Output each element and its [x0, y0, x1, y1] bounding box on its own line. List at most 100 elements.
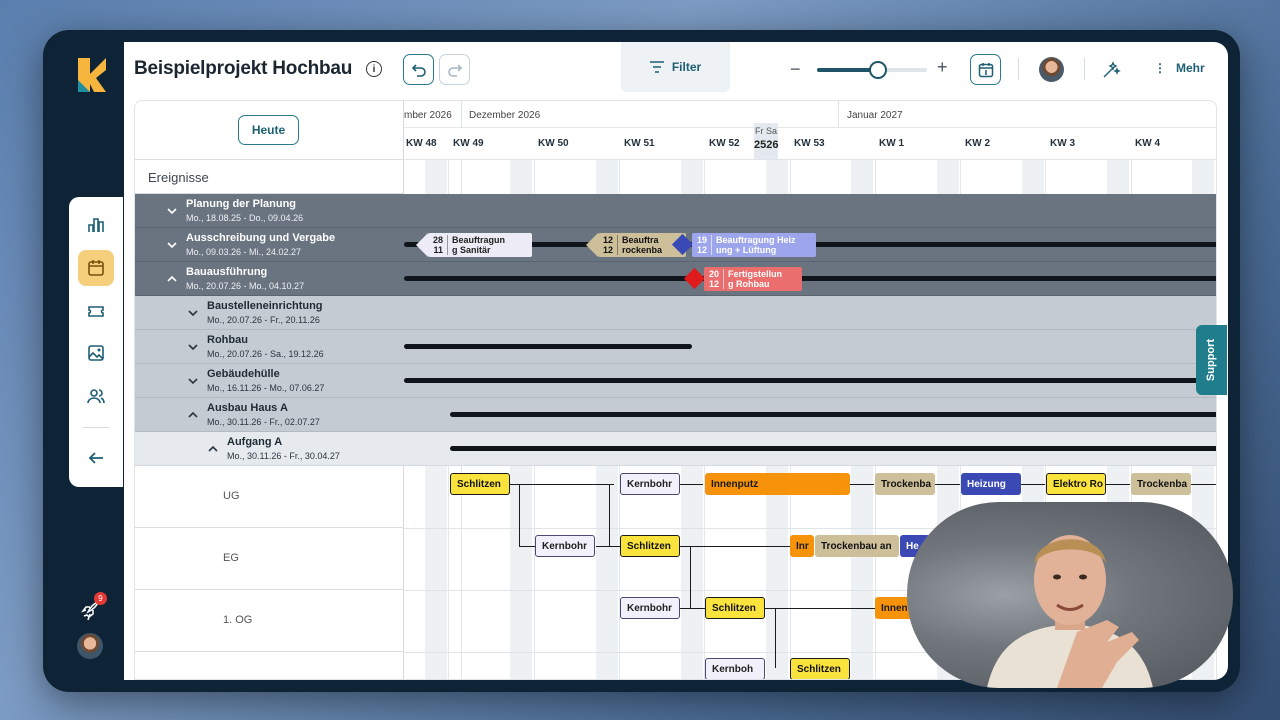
- row-dates: Mo., 18.08.25 - Do., 09.04.26: [186, 213, 304, 223]
- summary-bar-rohbau[interactable]: [404, 344, 692, 349]
- row-gebaeudehuelle[interactable]: Gebäudehülle Mo., 16.11.26 - Mo., 07.06.…: [135, 364, 404, 398]
- sidebar-avatar[interactable]: [77, 633, 103, 659]
- task-schlitzen-og2[interactable]: Schlitzen: [790, 658, 850, 679]
- chevron-up-icon[interactable]: [208, 444, 218, 454]
- info-icon[interactable]: i: [366, 61, 382, 77]
- task-kernbohr-og2[interactable]: Kernboh: [705, 658, 765, 679]
- milestone-rohbau[interactable]: 20 12 Fertigstellun g Rohbau: [704, 267, 802, 291]
- sidebar-item-team[interactable]: [78, 378, 114, 414]
- floor-label: 1. OG: [223, 614, 253, 626]
- summary-bar-ausbau[interactable]: [450, 412, 1216, 417]
- sidebar-item-photos[interactable]: [78, 335, 114, 371]
- summary-bar-aufgang[interactable]: [450, 446, 1216, 451]
- undo-button[interactable]: [403, 54, 434, 85]
- task-schlitzen-og1[interactable]: Schlitzen: [705, 597, 765, 619]
- zoom-in-button[interactable]: +: [937, 57, 948, 78]
- events-row: Ereignisse: [135, 160, 404, 194]
- dependency-line: [519, 546, 535, 547]
- jump-to-date-button[interactable]: [970, 54, 1001, 85]
- row-dates: Mo., 30.11.26 - Fr., 02.07.27: [207, 417, 320, 427]
- filter-icon: [649, 61, 664, 73]
- sidebar-item-reports[interactable]: [78, 207, 114, 243]
- chevron-up-icon[interactable]: [167, 274, 177, 284]
- redo-button[interactable]: [439, 54, 470, 85]
- dependency-line: [1021, 484, 1045, 485]
- row-ausbau-haus-a[interactable]: Ausbau Haus A Mo., 30.11.26 - Fr., 02.07…: [135, 398, 404, 432]
- task-trockenbau2-ug[interactable]: Trockenba: [1131, 473, 1191, 495]
- today-marker: Fr Sa 2526: [754, 123, 778, 159]
- summary-bar-bauausfuehrung[interactable]: [404, 276, 1216, 281]
- milestone-date: 19 12: [692, 235, 712, 255]
- chevron-down-icon[interactable]: [188, 342, 198, 352]
- row-planung[interactable]: Planung der Planung Mo., 18.08.25 - Do.,…: [135, 194, 404, 228]
- zoom-slider-handle[interactable]: [868, 61, 887, 79]
- today-dates: 2526: [754, 139, 779, 151]
- row-dates: Mo., 20.07.26 - Fr., 20.11.26: [207, 315, 320, 325]
- task-innenputz-ug[interactable]: Innenputz: [705, 473, 850, 495]
- toolbar-divider: [1084, 58, 1085, 80]
- chevron-down-icon[interactable]: [188, 308, 198, 318]
- row-baustelleneinrichtung[interactable]: Baustelleneinrichtung Mo., 20.07.26 - Fr…: [135, 296, 404, 330]
- sparkle-wand-icon[interactable]: [1101, 60, 1121, 80]
- row-ausschreibung[interactable]: Ausschreibung und Vergabe Mo., 09.03.26 …: [135, 228, 404, 262]
- sidebar-divider: [83, 427, 109, 428]
- task-schlitzen-eg[interactable]: Schlitzen: [620, 535, 680, 557]
- task-elektro-ug[interactable]: Elektro Ro: [1046, 473, 1106, 495]
- row-name: Ausschreibung und Vergabe: [186, 232, 336, 244]
- task-schlitzen-ug[interactable]: Schlitzen: [450, 473, 510, 495]
- dependency-line: [690, 546, 691, 608]
- sidebar-item-schedule[interactable]: [78, 250, 114, 286]
- row-name: Bauausführung: [186, 266, 268, 278]
- week-label: KW 50: [538, 138, 569, 149]
- dependency-line: [850, 484, 874, 485]
- week-label: KW 52: [709, 138, 740, 149]
- dependency-line: [680, 546, 790, 547]
- more-menu-button[interactable]: ⋮ Mehr: [1154, 61, 1205, 75]
- task-trockenbau-ug[interactable]: Trockenba: [875, 473, 935, 495]
- milestone-sanitaer[interactable]: 28 11 Beauftragun g Sanitär: [428, 233, 532, 257]
- week-label: KW 49: [453, 138, 484, 149]
- support-tab[interactable]: Support: [1196, 325, 1227, 395]
- task-kernbohr-ug[interactable]: Kernbohr: [620, 473, 680, 495]
- support-label: Support: [1205, 338, 1218, 382]
- row-floor-ug[interactable]: UG: [135, 466, 404, 528]
- row-dates: Mo., 09.03.26 - Mi., 24.02.27: [186, 247, 302, 257]
- user-avatar[interactable]: [1039, 57, 1064, 82]
- milestone-heizung[interactable]: 19 12 Beauftragung Heiz ung + Lüftung: [692, 233, 816, 257]
- task-kernbohr-og1[interactable]: Kernbohr: [620, 597, 680, 619]
- sidebar-item-tickets[interactable]: [78, 293, 114, 329]
- milestone-label: Beauftragung Heiz ung + Lüftung: [716, 235, 796, 255]
- milestone-pointer: [586, 233, 598, 257]
- calendar-icon: [88, 260, 104, 276]
- task-trockenbau-eg[interactable]: Trockenbau an: [815, 535, 899, 557]
- row-rohbau[interactable]: Rohbau Mo., 20.07.26 - Sa., 19.12.26: [135, 330, 404, 364]
- bar-chart-icon: [88, 218, 104, 232]
- page-title: Beispielprojekt Hochbau: [134, 58, 353, 79]
- row-name: Baustelleneinrichtung: [207, 300, 323, 312]
- task-kernbohr-eg[interactable]: Kernbohr: [535, 535, 595, 557]
- chevron-down-icon[interactable]: [188, 376, 198, 386]
- task-heizung-ug[interactable]: Heizung: [961, 473, 1021, 495]
- today-button[interactable]: Heute: [238, 115, 299, 145]
- chevron-up-icon[interactable]: [188, 410, 198, 420]
- row-floor-eg[interactable]: EG: [135, 528, 404, 590]
- month-label: Dezember 2026: [469, 110, 541, 121]
- dependency-line: [596, 546, 620, 547]
- zoom-out-button[interactable]: −: [790, 59, 801, 80]
- summary-bar-gebaeudehuelle[interactable]: [404, 378, 1216, 383]
- row-dates: Mo., 30.11.26 - Fr., 30.04.27: [227, 451, 340, 461]
- redo-icon: [447, 63, 462, 77]
- toolbar-divider: [1018, 58, 1019, 80]
- row-name: Rohbau: [207, 334, 248, 346]
- chevron-down-icon[interactable]: [167, 240, 177, 250]
- row-bauausfuehrung[interactable]: Bauausführung Mo., 20.07.26 - Mo., 04.10…: [135, 262, 404, 296]
- sidebar-collapse-button[interactable]: [78, 440, 114, 476]
- chevron-down-icon[interactable]: [167, 206, 177, 216]
- events-label: Ereignisse: [148, 170, 209, 185]
- dependency-line: [690, 608, 705, 609]
- filter-button[interactable]: Filter: [621, 42, 730, 92]
- row-floor-og1[interactable]: 1. OG: [135, 590, 404, 652]
- zoom-slider[interactable]: [817, 61, 927, 79]
- row-aufgang-a[interactable]: Aufgang A Mo., 30.11.26 - Fr., 30.04.27: [135, 432, 404, 466]
- task-innenputz-eg[interactable]: Inr: [790, 535, 814, 557]
